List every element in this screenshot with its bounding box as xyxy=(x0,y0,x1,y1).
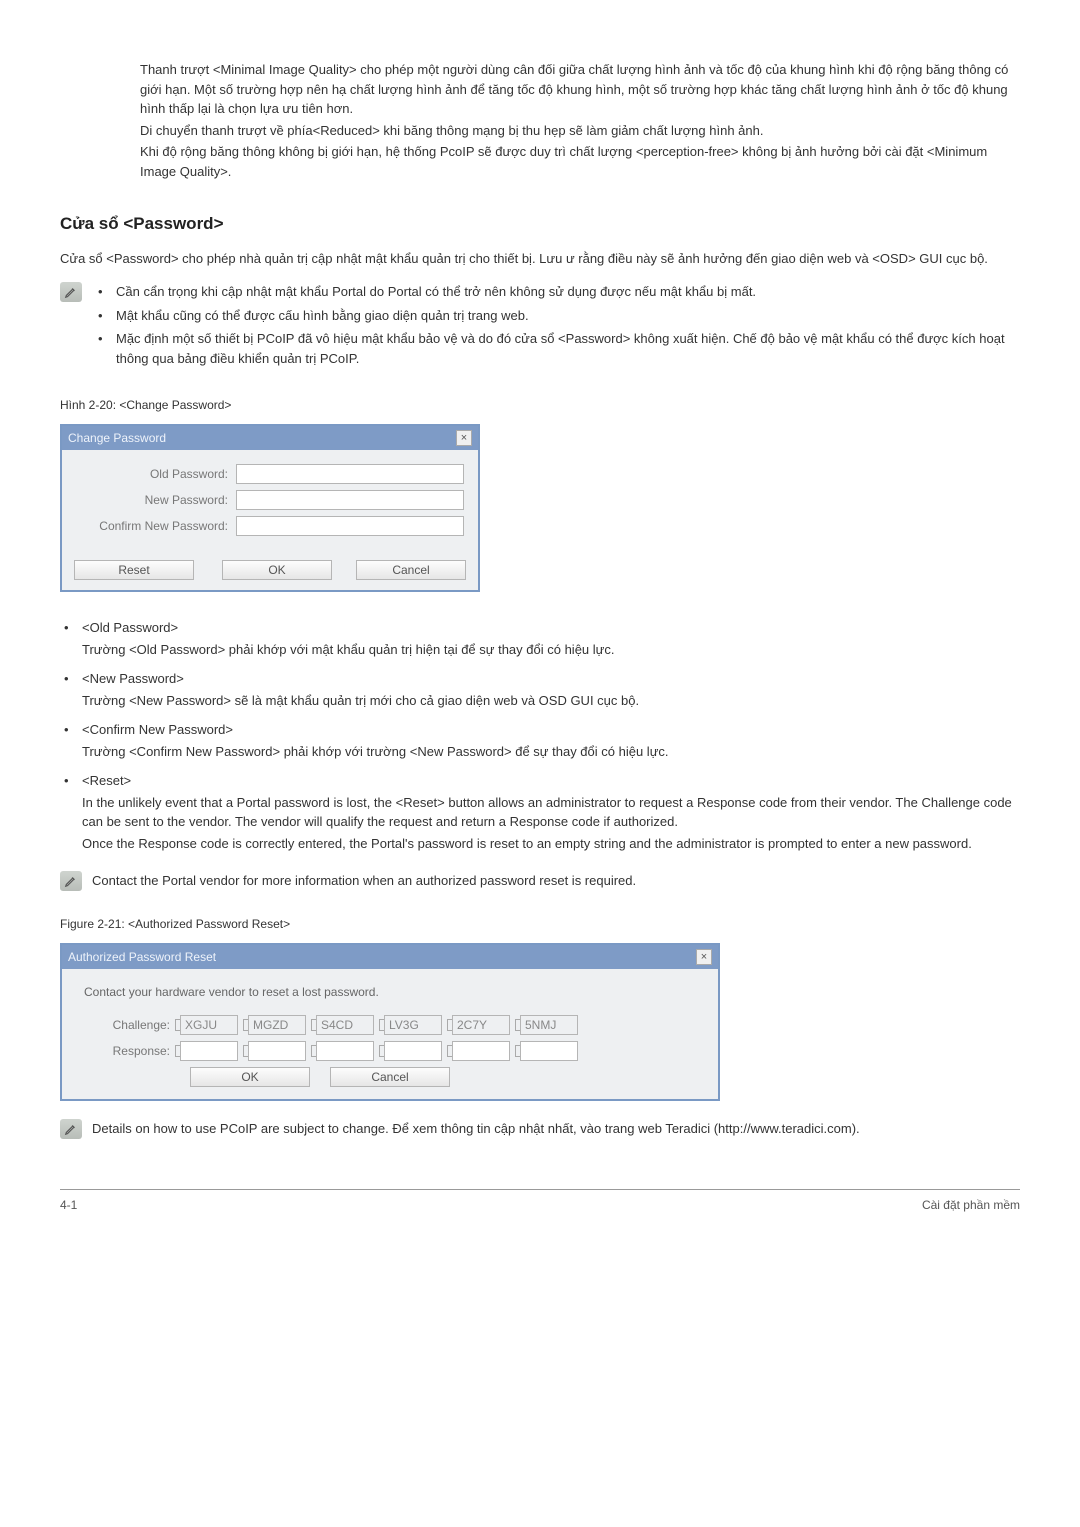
note-block-2: Contact the Portal vendor for more infor… xyxy=(60,871,1020,891)
old-password-input[interactable] xyxy=(236,464,464,484)
response-seg-input[interactable] xyxy=(180,1041,238,1061)
challenge-seg: LV3G xyxy=(384,1015,442,1035)
dialog-title-text: Authorized Password Reset xyxy=(68,948,216,966)
confirm-password-label: Confirm New Password: xyxy=(76,517,236,535)
footer-right: Cài đặt phần mềm xyxy=(922,1196,1020,1214)
challenge-seg: 2C7Y xyxy=(452,1015,510,1035)
figure-caption-1: Hình 2-20: <Change Password> xyxy=(60,396,1020,414)
def-item: <Confirm New Password> Trường <Confirm N… xyxy=(60,720,1020,761)
note1-item: Mặc định một số thiết bị PCoIP đã vô hiệ… xyxy=(98,329,1020,368)
dialog-titlebar: Change Password × xyxy=(62,426,478,450)
pencil-note-icon xyxy=(60,871,82,891)
challenge-seg: S4CD xyxy=(316,1015,374,1035)
note-block-1: Cần cẩn trọng khi cập nhật mật khẩu Port… xyxy=(60,282,1020,372)
def-item: <Old Password> Trường <Old Password> phả… xyxy=(60,618,1020,659)
challenge-label: Challenge: xyxy=(84,1016,180,1034)
response-seg-input[interactable] xyxy=(248,1041,306,1061)
response-seg-input[interactable] xyxy=(452,1041,510,1061)
challenge-seg: MGZD xyxy=(248,1015,306,1035)
note-block-3: Details on how to use PCoIP are subject … xyxy=(60,1119,1020,1139)
dialog-title-text: Change Password xyxy=(68,429,166,447)
def-line: In the unlikely event that a Portal pass… xyxy=(82,793,1020,832)
intro-p1: Thanh trượt <Minimal Image Quality> cho … xyxy=(140,60,1020,119)
reset-instruction: Contact your hardware vendor to reset a … xyxy=(84,983,700,1001)
section-heading: Cửa sổ <Password> xyxy=(60,211,1020,237)
change-password-dialog: Change Password × Old Password: New Pass… xyxy=(60,424,480,592)
def-item: <New Password> Trường <New Password> sẽ … xyxy=(60,669,1020,710)
response-segments xyxy=(180,1041,578,1061)
challenge-seg: XGJU xyxy=(180,1015,238,1035)
intro-p3: Khi độ rộng băng thông không bị giới hạn… xyxy=(140,142,1020,181)
close-icon[interactable]: × xyxy=(456,430,472,446)
pencil-note-icon xyxy=(60,1119,82,1139)
authorized-reset-dialog: Authorized Password Reset × Contact your… xyxy=(60,943,720,1101)
response-seg-input[interactable] xyxy=(384,1041,442,1061)
note-list-1: Cần cẩn trọng khi cập nhật mật khẩu Port… xyxy=(92,282,1020,372)
ok-button[interactable]: OK xyxy=(190,1067,310,1087)
pencil-note-icon xyxy=(60,282,82,302)
def-line: Trường <New Password> sẽ là mật khẩu quả… xyxy=(82,691,1020,711)
note1-item: Cần cẩn trọng khi cập nhật mật khẩu Port… xyxy=(98,282,1020,302)
note2-text: Contact the Portal vendor for more infor… xyxy=(92,871,1020,891)
response-seg-input[interactable] xyxy=(316,1041,374,1061)
def-term: <Reset> xyxy=(82,771,1020,791)
ok-button[interactable]: OK xyxy=(222,560,332,580)
note1-item: Mật khẩu cũng có thể được cấu hình bằng … xyxy=(98,306,1020,326)
dialog-titlebar: Authorized Password Reset × xyxy=(62,945,718,969)
footer-left: 4-1 xyxy=(60,1196,77,1214)
page-footer: 4-1 Cài đặt phần mềm xyxy=(60,1189,1020,1214)
def-item: <Reset> In the unlikely event that a Por… xyxy=(60,771,1020,853)
challenge-segments: XGJU MGZD S4CD LV3G 2C7Y 5NMJ xyxy=(180,1015,578,1035)
def-line: Once the Response code is correctly ente… xyxy=(82,834,1020,854)
def-term: <Old Password> xyxy=(82,618,1020,638)
definition-list: <Old Password> Trường <Old Password> phả… xyxy=(60,618,1020,853)
close-icon[interactable]: × xyxy=(696,949,712,965)
def-term: <New Password> xyxy=(82,669,1020,689)
old-password-label: Old Password: xyxy=(76,465,236,483)
confirm-password-input[interactable] xyxy=(236,516,464,536)
response-seg-input[interactable] xyxy=(520,1041,578,1061)
note3-text: Details on how to use PCoIP are subject … xyxy=(92,1119,1020,1139)
cancel-button[interactable]: Cancel xyxy=(356,560,466,580)
def-line: Trường <Confirm New Password> phải khớp … xyxy=(82,742,1020,762)
def-term: <Confirm New Password> xyxy=(82,720,1020,740)
def-line: Trường <Old Password> phải khớp với mật … xyxy=(82,640,1020,660)
intro-p2: Di chuyển thanh trượt về phía<Reduced> k… xyxy=(140,121,1020,141)
figure-caption-2: Figure 2-21: <Authorized Password Reset> xyxy=(60,915,1020,933)
intro-block: Thanh trượt <Minimal Image Quality> cho … xyxy=(60,60,1020,181)
new-password-label: New Password: xyxy=(76,491,236,509)
reset-button[interactable]: Reset xyxy=(74,560,194,580)
challenge-seg: 5NMJ xyxy=(520,1015,578,1035)
section-desc: Cửa sổ <Password> cho phép nhà quản trị … xyxy=(60,249,1020,269)
response-label: Response: xyxy=(84,1042,180,1060)
cancel-button[interactable]: Cancel xyxy=(330,1067,450,1087)
new-password-input[interactable] xyxy=(236,490,464,510)
